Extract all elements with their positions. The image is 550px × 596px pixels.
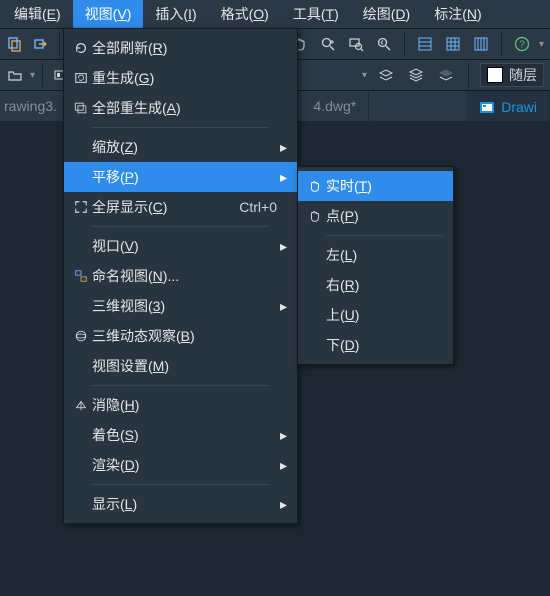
submenu-arrow-icon: ▸ xyxy=(277,139,287,156)
mi-render[interactable]: 渲染(D)▸ xyxy=(64,450,297,480)
tool-grid-c-icon[interactable] xyxy=(470,33,492,55)
mi-regen-all[interactable]: 全部重生成(A) xyxy=(64,93,297,123)
named-views-icon xyxy=(74,269,88,283)
menu-insert[interactable]: 插入(I) xyxy=(143,0,208,28)
mi-refresh-all[interactable]: 全部刷新(R) xyxy=(64,33,297,63)
toolbar-divider xyxy=(404,32,405,56)
mi-regen[interactable]: 重生成(G) xyxy=(64,63,297,93)
tool-copy-icon[interactable] xyxy=(4,33,26,55)
submenu-arrow-icon: ▸ xyxy=(277,169,287,186)
menu-separator xyxy=(326,235,443,236)
submenu-arrow-icon: ▸ xyxy=(277,298,287,315)
mi-zoom[interactable]: 缩放(Z)▸ xyxy=(64,132,297,162)
tool-zoom-window-icon[interactable] xyxy=(345,33,367,55)
refresh-icon xyxy=(74,41,88,55)
color-bylayer-label: 随层 xyxy=(509,65,537,85)
toolbar-1-right: ? ▾ xyxy=(276,29,544,59)
dropdown-caret-icon[interactable]: ▾ xyxy=(30,70,35,81)
hide-icon xyxy=(74,398,88,412)
dropdown-caret-icon[interactable]: ▾ xyxy=(539,39,544,50)
menu-edit[interactable]: 编辑(E) xyxy=(2,0,73,28)
view-menu: 全部刷新(R) 重生成(G) 全部重生成(A) 缩放(Z)▸ 平移(P)▸ 全屏… xyxy=(63,28,298,524)
mi-pan-right[interactable]: 右(R) xyxy=(298,270,453,300)
toolbar-divider xyxy=(42,63,43,87)
mi-view3d[interactable]: 三维视图(3)▸ xyxy=(64,291,297,321)
tool-layers-2-icon[interactable] xyxy=(405,64,427,86)
submenu-arrow-icon: ▸ xyxy=(277,496,287,513)
svg-text:?: ? xyxy=(519,40,525,51)
color-swatch-icon xyxy=(487,67,503,83)
mi-display[interactable]: 显示(L)▸ xyxy=(64,489,297,519)
color-bylayer-dropdown[interactable]: 随层 xyxy=(480,63,544,87)
toolbar-divider xyxy=(468,63,469,87)
orbit-icon xyxy=(74,329,88,343)
regen-all-icon xyxy=(74,101,88,115)
mi-pan[interactable]: 平移(P)▸ xyxy=(64,162,297,192)
tab-active-drawing[interactable]: Drawi xyxy=(467,91,550,123)
dropdown-caret-icon[interactable]: ▾ xyxy=(362,70,367,81)
mi-pan-up[interactable]: 上(U) xyxy=(298,300,453,330)
toolbar-2-right: ▾ 随层 xyxy=(362,60,544,90)
menu-draw[interactable]: 绘图(D) xyxy=(351,0,422,28)
mi-pan-point[interactable]: 点(P) xyxy=(298,201,453,231)
tool-zoom-realtime-icon[interactable] xyxy=(317,33,339,55)
menu-separator xyxy=(92,226,269,227)
hand-icon xyxy=(308,179,322,193)
mi-named-views[interactable]: 命名视图(N)... xyxy=(64,261,297,291)
menu-tools[interactable]: 工具(T) xyxy=(281,0,351,28)
tool-layers-1-icon[interactable] xyxy=(375,64,397,86)
tool-zoom-prev-icon[interactable] xyxy=(373,33,395,55)
submenu-arrow-icon: ▸ xyxy=(277,427,287,444)
mi-hide[interactable]: 消隐(H) xyxy=(64,390,297,420)
mi-pan-left[interactable]: 左(L) xyxy=(298,240,453,270)
tool-grid-b-icon[interactable] xyxy=(442,33,464,55)
tool-help-icon[interactable]: ? xyxy=(511,33,533,55)
mi-fullscreen[interactable]: 全屏显示(C) Ctrl+0 xyxy=(64,192,297,222)
submenu-arrow-icon: ▸ xyxy=(277,238,287,255)
mi-pan-realtime[interactable]: 实时(T) xyxy=(298,171,453,201)
mi-viewport[interactable]: 视口(V)▸ xyxy=(64,231,297,261)
tab-drawing3[interactable]: rawing3. xyxy=(0,91,70,121)
menu-separator xyxy=(92,127,269,128)
hand-point-icon xyxy=(308,209,322,223)
tool-layers-3-icon[interactable] xyxy=(435,64,457,86)
toolbar-divider xyxy=(501,32,502,56)
tool-grid-a-icon[interactable] xyxy=(414,33,436,55)
tool-layer-folder-icon[interactable] xyxy=(4,64,26,86)
mi-view-settings[interactable]: 视图设置(M) xyxy=(64,351,297,381)
mi-shade[interactable]: 着色(S)▸ xyxy=(64,420,297,450)
mi-orbit3d[interactable]: 三维动态观察(B) xyxy=(64,321,297,351)
menu-format[interactable]: 格式(O) xyxy=(209,0,281,28)
menu-view[interactable]: 视图(V) xyxy=(73,0,144,28)
toolbar-divider xyxy=(59,32,60,56)
menu-separator xyxy=(92,484,269,485)
regen-icon xyxy=(74,71,88,85)
mi-pan-down[interactable]: 下(D) xyxy=(298,330,453,360)
fullscreen-icon xyxy=(74,200,88,214)
menu-separator xyxy=(92,385,269,386)
tab-drawing4[interactable]: 4.dwg* xyxy=(301,91,369,121)
tool-follow-icon[interactable] xyxy=(30,33,52,55)
submenu-arrow-icon: ▸ xyxy=(277,457,287,474)
dwg-file-icon xyxy=(479,99,495,115)
pan-submenu: 实时(T) 点(P) 左(L) 右(R) 上(U) 下(D) xyxy=(297,166,454,365)
menu-dimension[interactable]: 标注(N) xyxy=(422,0,493,28)
menubar: 编辑(E) 视图(V) 插入(I) 格式(O) 工具(T) 绘图(D) 标注(N… xyxy=(0,0,550,29)
